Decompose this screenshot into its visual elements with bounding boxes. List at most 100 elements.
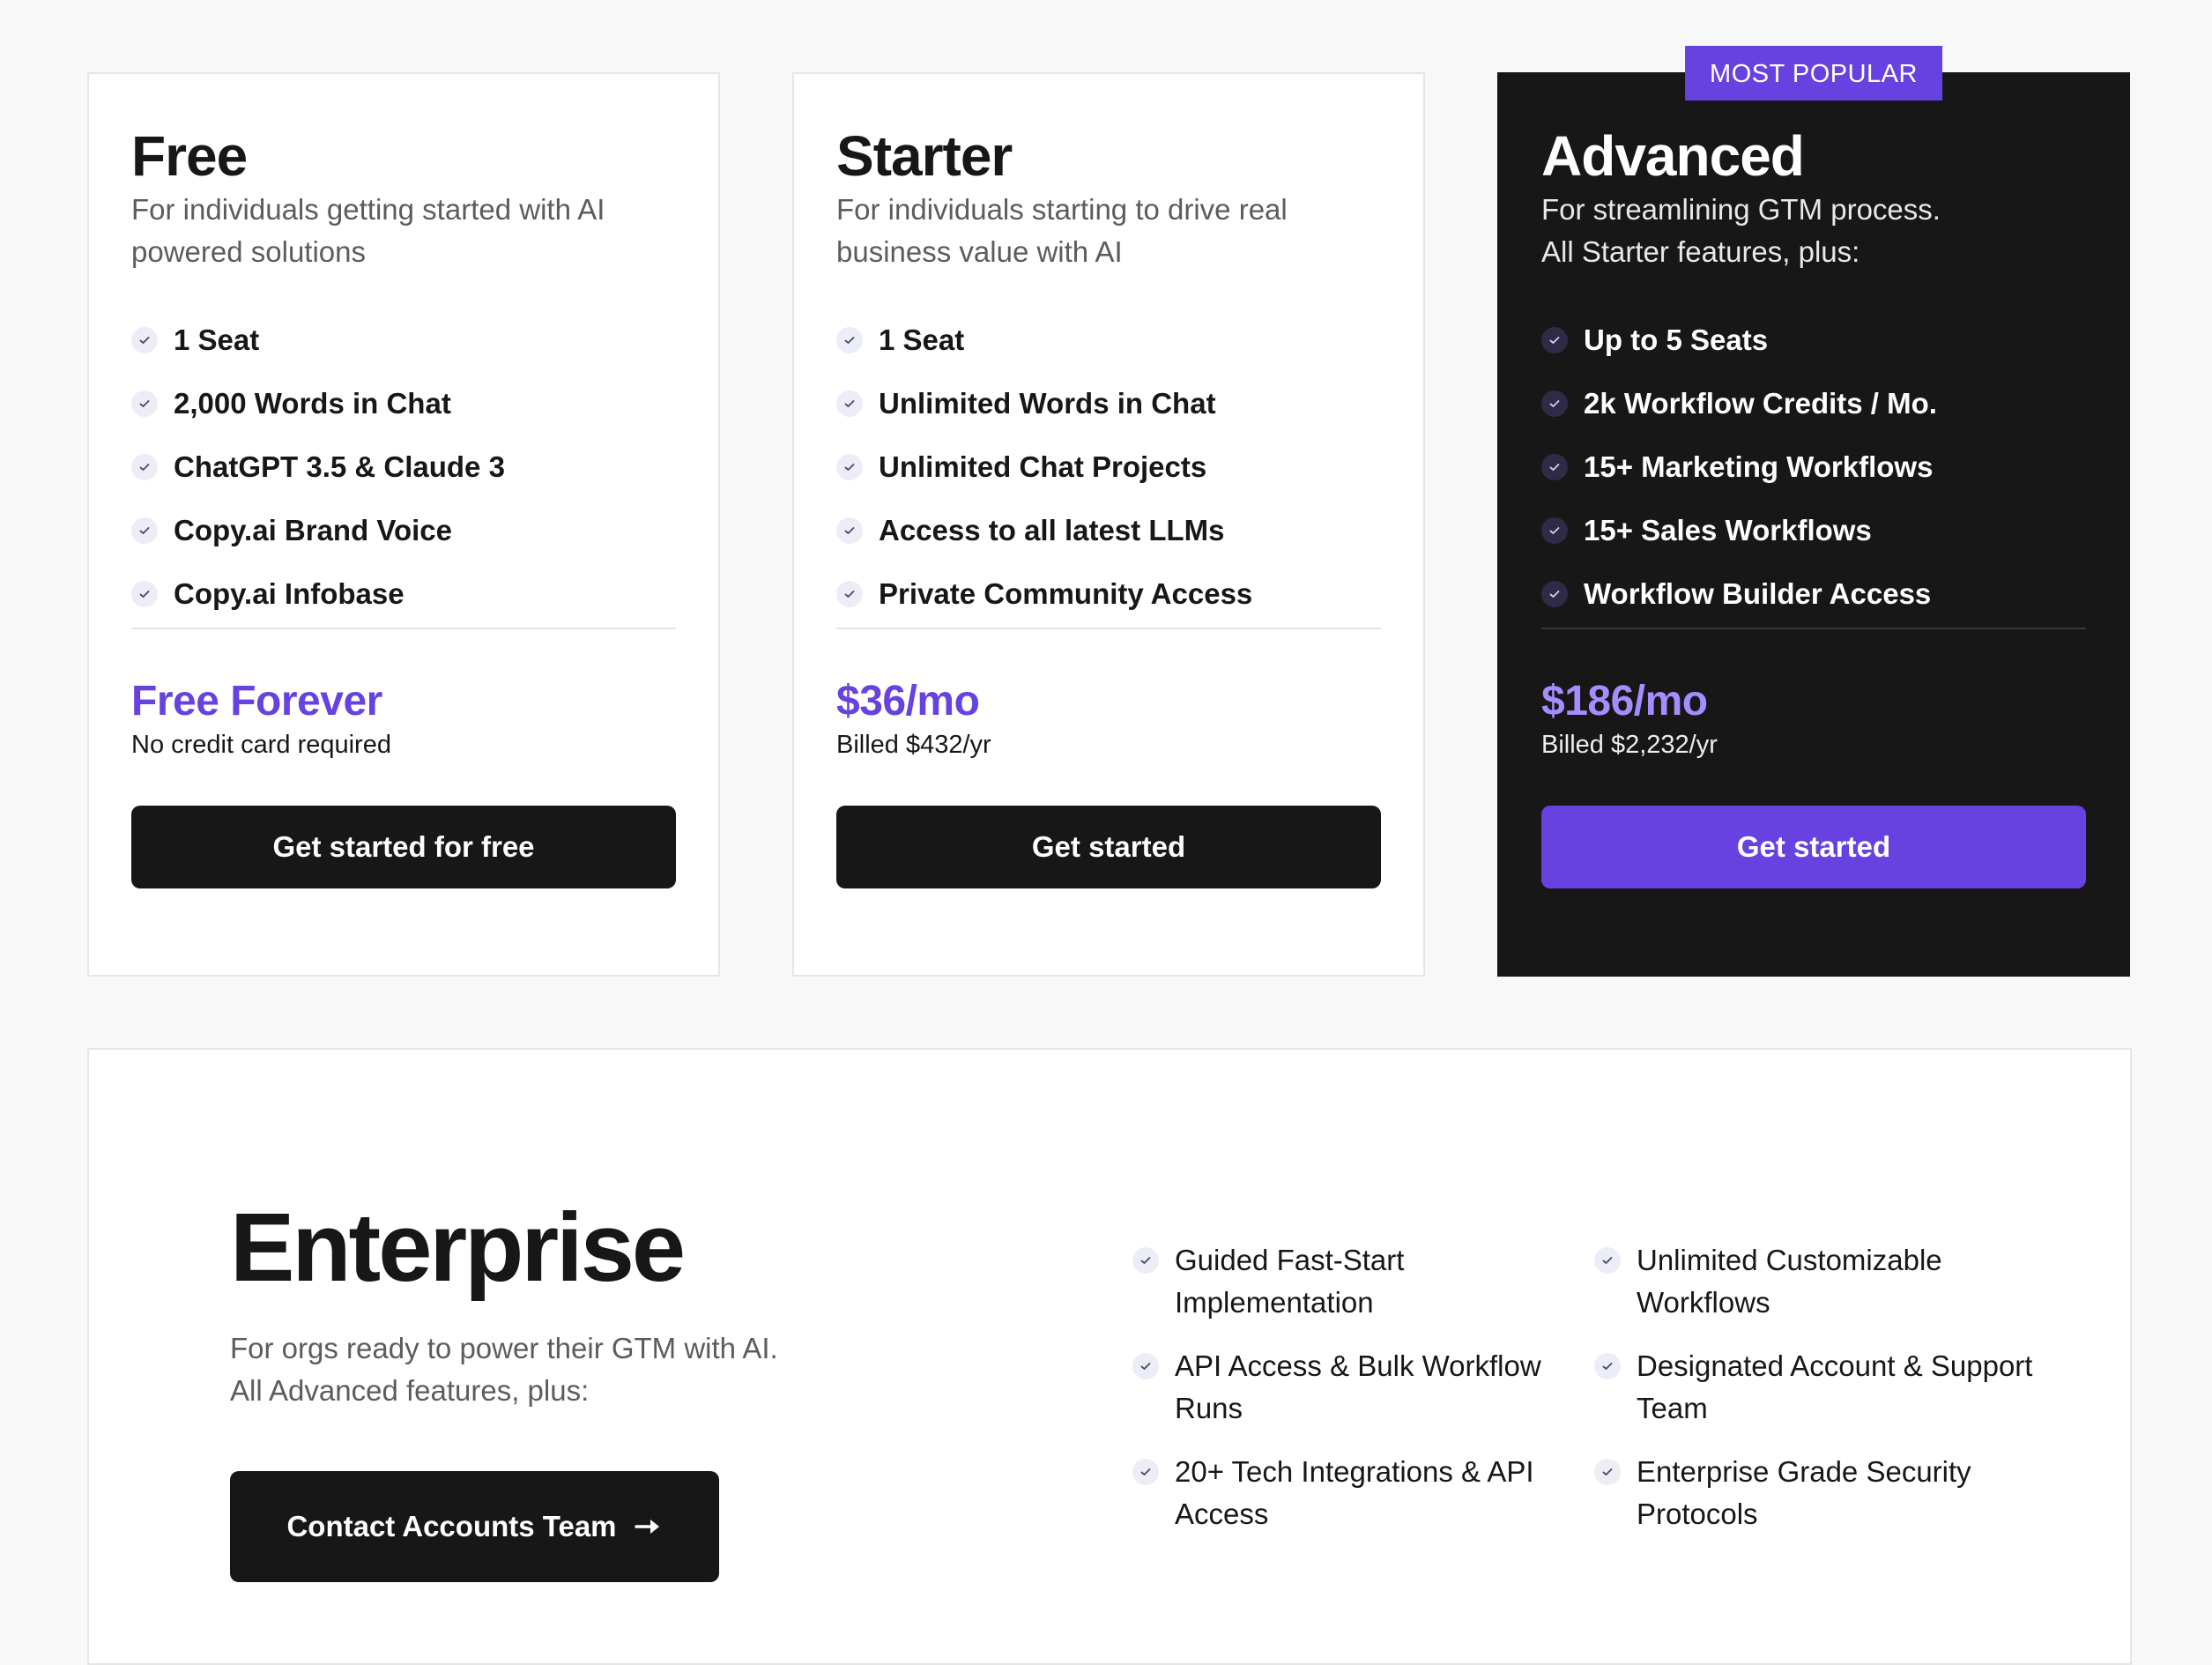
check-icon: [131, 390, 158, 418]
plan-price: $36/mo: [836, 678, 980, 725]
feature-item: 15+ Sales Workflows: [1541, 499, 2086, 562]
divider: [131, 628, 676, 630]
feature-item: Workflow Builder Access: [1541, 562, 2086, 626]
plan-price-note: No credit card required: [131, 731, 391, 760]
check-icon: [836, 581, 863, 608]
plan-card-free: Free For individuals getting started wit…: [87, 72, 720, 977]
plan-description: For individuals getting started with AI …: [131, 193, 605, 269]
get-started-starter-button[interactable]: Get started: [836, 806, 1381, 889]
feature-label: Unlimited Customizable Workflows: [1637, 1244, 1942, 1319]
feature-label: Workflow Builder Access: [1584, 577, 1932, 611]
feature-item: Guided Fast-Start Implementation: [1132, 1239, 1547, 1324]
divider: [836, 628, 1381, 630]
plan-price-note: Billed $2,232/yr: [1541, 731, 1718, 760]
enterprise-description-line: All Advanced features, plus:: [230, 1374, 590, 1407]
plan-description-line: All Starter features, plus:: [1541, 235, 1860, 269]
arrow-right-icon: [634, 1517, 663, 1536]
feature-item: Unlimited Chat Projects: [836, 435, 1381, 499]
feature-item: 2,000 Words in Chat: [131, 372, 676, 435]
check-icon: [131, 327, 158, 354]
feature-item: Designated Account & Support Team: [1594, 1345, 2052, 1430]
check-icon: [1541, 390, 1568, 418]
feature-label: Up to 5 Seats: [1584, 323, 1769, 357]
feature-label: Unlimited Chat Projects: [879, 450, 1207, 484]
check-icon: [1594, 1353, 1621, 1379]
enterprise-description: For orgs ready to power their GTM with A…: [230, 1327, 935, 1412]
feature-label: 15+ Sales Workflows: [1584, 514, 1872, 547]
check-icon: [131, 517, 158, 545]
feature-list: Up to 5 Seats 2k Workflow Credits / Mo. …: [1541, 308, 2086, 610]
feature-item: 15+ Marketing Workflows: [1541, 435, 2086, 499]
check-icon: [1594, 1459, 1621, 1485]
feature-item: Private Community Access: [836, 562, 1381, 626]
plan-title: Starter: [836, 124, 1013, 188]
feature-list: 1 Seat 2,000 Words in Chat ChatGPT 3.5 &…: [131, 308, 676, 610]
divider: [1541, 628, 2086, 630]
feature-label: Guided Fast-Start Implementation: [1175, 1244, 1405, 1319]
check-icon: [131, 454, 158, 481]
contact-button-label: Contact Accounts Team: [286, 1510, 617, 1542]
check-icon: [1132, 1459, 1159, 1485]
feature-label: Designated Account & Support Team: [1637, 1349, 2033, 1424]
plan-title: Advanced: [1541, 124, 1805, 188]
feature-label: Enterprise Grade Security Protocols: [1637, 1455, 1971, 1530]
feature-label: API Access & Bulk Workflow Runs: [1175, 1349, 1541, 1424]
feature-item: Copy.ai Infobase: [131, 562, 676, 626]
feature-item: 1 Seat: [836, 308, 1381, 372]
feature-label: Unlimited Words in Chat: [879, 387, 1216, 420]
feature-label: Copy.ai Brand Voice: [174, 514, 453, 547]
feature-label: 15+ Marketing Workflows: [1584, 450, 1934, 484]
feature-label: 1 Seat: [174, 323, 260, 357]
most-popular-badge: MOST POPULAR: [1685, 46, 1942, 100]
check-icon: [836, 454, 863, 481]
plan-description-line: For streamlining GTM process.: [1541, 193, 1941, 227]
check-icon: [1594, 1247, 1621, 1274]
feature-label: Private Community Access: [879, 577, 1253, 611]
plan-card-advanced: MOST POPULAR Advanced For streamlining G…: [1497, 46, 2130, 977]
check-icon: [131, 581, 158, 608]
feature-item: API Access & Bulk Workflow Runs: [1132, 1345, 1547, 1430]
feature-item: ChatGPT 3.5 & Claude 3: [131, 435, 676, 499]
plan-price: $186/mo: [1541, 678, 1708, 725]
plan-description: For streamlining GTM process. All Starte…: [1541, 189, 2086, 273]
check-icon: [836, 390, 863, 418]
feature-item: 1 Seat: [131, 308, 676, 372]
feature-item: Unlimited Customizable Workflows: [1594, 1239, 2052, 1324]
feature-item: Copy.ai Brand Voice: [131, 499, 676, 562]
feature-list: 1 Seat Unlimited Words in Chat Unlimited…: [836, 308, 1381, 610]
check-icon: [1132, 1247, 1159, 1274]
contact-accounts-team-button[interactable]: Contact Accounts Team: [230, 1471, 719, 1582]
enterprise-feature-list: Guided Fast-Start Implementation API Acc…: [1132, 1239, 1547, 1557]
feature-item: Access to all latest LLMs: [836, 499, 1381, 562]
get-started-advanced-button[interactable]: Get started: [1541, 806, 2086, 889]
feature-item: 20+ Tech Integrations & API Access: [1132, 1451, 1547, 1535]
feature-item: Enterprise Grade Security Protocols: [1594, 1451, 2052, 1535]
feature-label: 2k Workflow Credits / Mo.: [1584, 387, 1937, 420]
check-icon: [836, 327, 863, 354]
feature-label: 2,000 Words in Chat: [174, 387, 451, 420]
feature-label: 1 Seat: [879, 323, 965, 357]
get-started-free-button[interactable]: Get started for free: [131, 806, 676, 889]
check-icon: [1132, 1353, 1159, 1379]
check-icon: [836, 517, 863, 545]
enterprise-title: Enterprise: [230, 1193, 686, 1302]
feature-item: 2k Workflow Credits / Mo.: [1541, 372, 2086, 435]
feature-label: ChatGPT 3.5 & Claude 3: [174, 450, 505, 484]
check-icon: [1541, 327, 1568, 354]
enterprise-description-line: For orgs ready to power their GTM with A…: [230, 1332, 778, 1364]
feature-label: Copy.ai Infobase: [174, 577, 405, 611]
feature-item: Unlimited Words in Chat: [836, 372, 1381, 435]
check-icon: [1541, 517, 1568, 545]
check-icon: [1541, 454, 1568, 481]
feature-label: 20+ Tech Integrations & API Access: [1175, 1455, 1534, 1530]
plan-price: Free Forever: [131, 678, 382, 725]
feature-label: Access to all latest LLMs: [879, 514, 1225, 547]
plan-description: For individuals starting to drive real b…: [836, 193, 1288, 269]
plan-title: Free: [131, 124, 248, 188]
check-icon: [1541, 581, 1568, 608]
plan-card-starter: Starter For individuals starting to driv…: [792, 72, 1425, 977]
enterprise-feature-list: Unlimited Customizable Workflows Designa…: [1594, 1239, 2052, 1557]
enterprise-section: Enterprise For orgs ready to power their…: [87, 1048, 2132, 1665]
plan-price-note: Billed $432/yr: [836, 731, 991, 760]
feature-item: Up to 5 Seats: [1541, 308, 2086, 372]
